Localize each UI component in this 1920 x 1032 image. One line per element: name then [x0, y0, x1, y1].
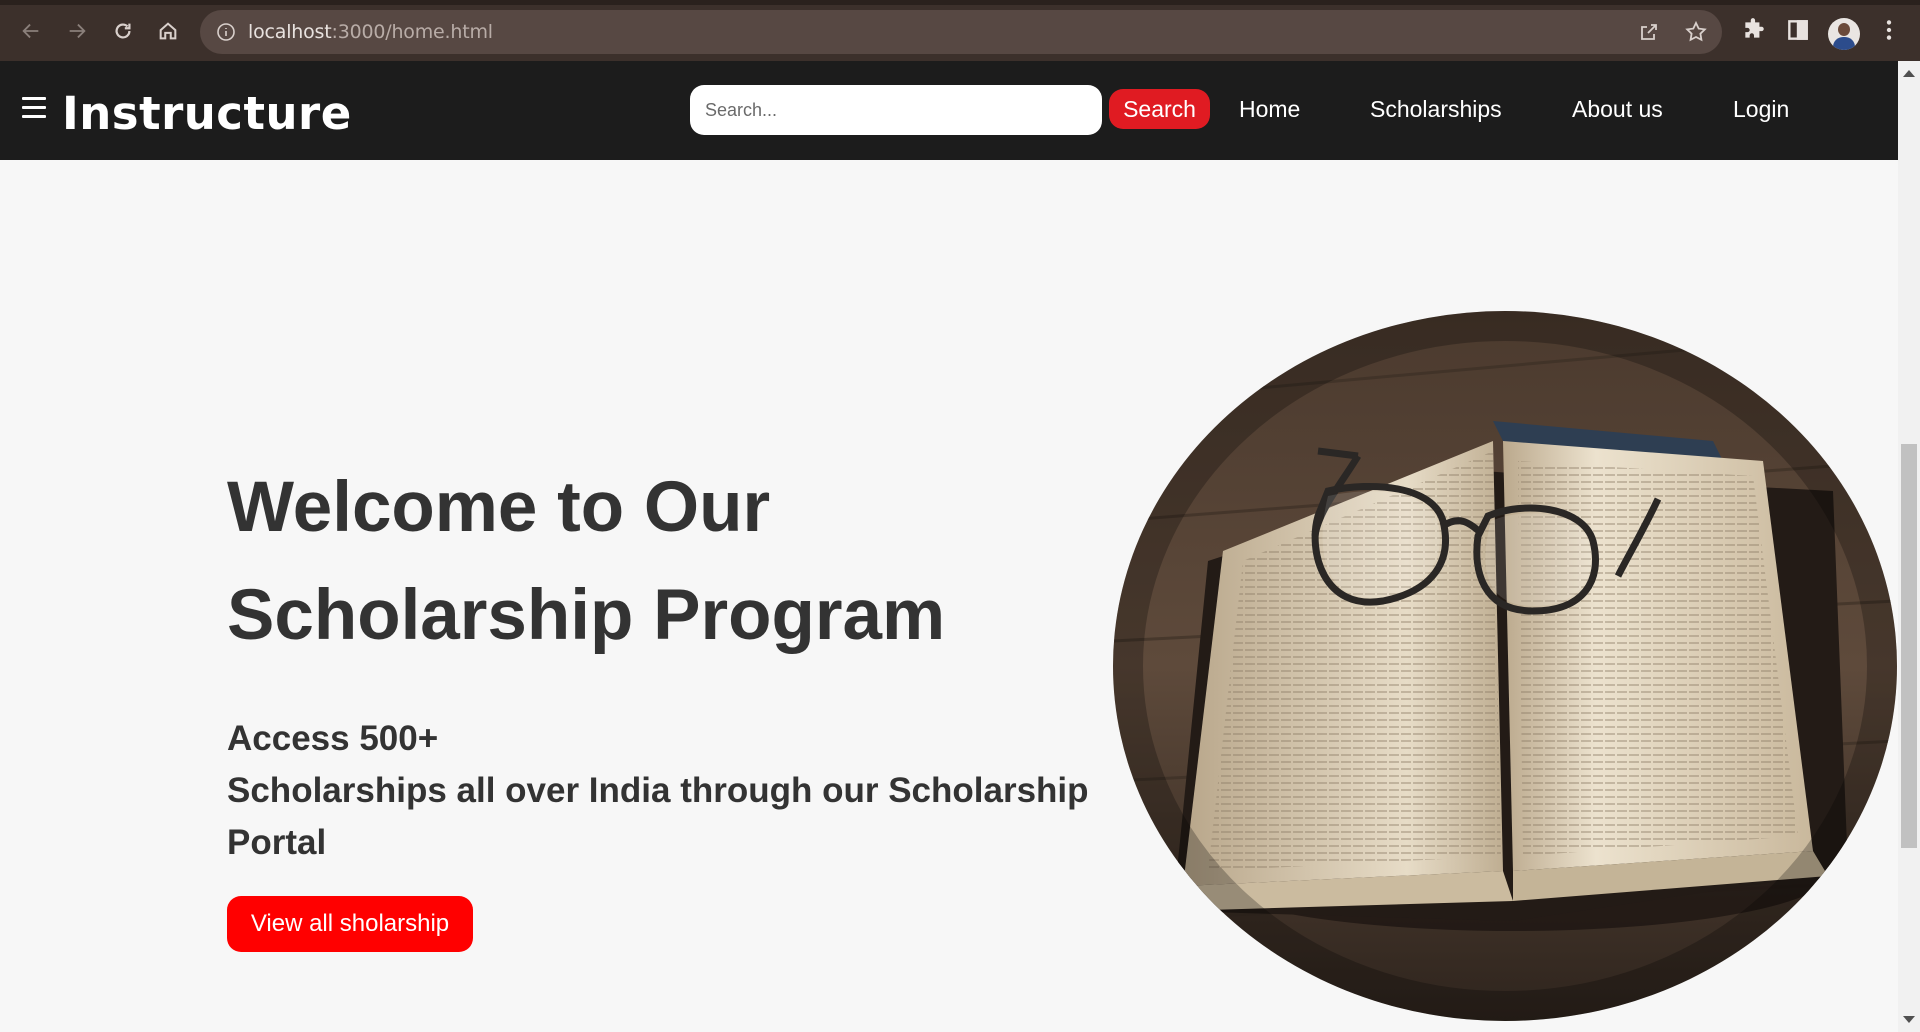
hero-subtitle-line-1: Access 500+: [227, 719, 439, 758]
bookmark-star-icon[interactable]: [1684, 20, 1708, 44]
reload-icon[interactable]: [106, 14, 140, 48]
scrollbar-thumb[interactable]: [1901, 444, 1917, 848]
site-info-icon[interactable]: [216, 22, 236, 42]
hero-title: Welcome to Our Scholarship Program: [227, 454, 1027, 670]
hero-title-line-1: Welcome to Our: [227, 468, 771, 547]
url-host: localhost: [248, 21, 332, 43]
hamburger-menu-icon[interactable]: [22, 97, 46, 121]
page-viewport: Instructure Search Home Scholarships Abo…: [0, 61, 1898, 1032]
nav-link-login[interactable]: Login: [1733, 96, 1789, 123]
hero-book-image: [1113, 311, 1897, 1021]
address-bar[interactable]: localhost:3000/home.html: [200, 10, 1722, 54]
hero-subtitle-line-2: Scholarships all over India through our …: [227, 771, 1089, 810]
browser-toolbar: localhost:3000/home.html: [0, 0, 1920, 61]
search-button[interactable]: Search: [1109, 89, 1210, 129]
nav-link-home[interactable]: Home: [1239, 96, 1300, 123]
hero-subtitle: Access 500+ Scholarships all over India …: [227, 713, 1107, 869]
nav-link-scholarships[interactable]: Scholarships: [1370, 96, 1502, 123]
menu-kebab-icon[interactable]: [1876, 17, 1902, 43]
hero-title-line-2: Scholarship Program: [227, 576, 946, 655]
url-path: :3000/home.html: [331, 21, 494, 43]
extensions-icon[interactable]: [1741, 17, 1767, 43]
back-icon[interactable]: [14, 14, 48, 48]
scroll-up-arrow-icon[interactable]: [1903, 70, 1915, 77]
url-text: localhost:3000/home.html: [248, 21, 493, 43]
view-all-scholarships-button[interactable]: View all sholarship: [227, 896, 473, 952]
scroll-down-arrow-icon[interactable]: [1903, 1016, 1915, 1023]
nav-link-about-us[interactable]: About us: [1572, 96, 1663, 123]
hero-subtitle-line-3: Portal: [227, 823, 327, 862]
brand-logo[interactable]: Instructure: [62, 87, 352, 140]
share-icon[interactable]: [1637, 20, 1661, 44]
search-input[interactable]: [690, 85, 1102, 135]
page-scrollbar[interactable]: [1898, 61, 1920, 1032]
site-navbar: Instructure Search Home Scholarships Abo…: [0, 61, 1898, 160]
side-panel-icon[interactable]: [1785, 17, 1811, 43]
home-icon[interactable]: [151, 14, 185, 48]
forward-icon[interactable]: [60, 14, 94, 48]
profile-avatar[interactable]: [1828, 18, 1860, 50]
